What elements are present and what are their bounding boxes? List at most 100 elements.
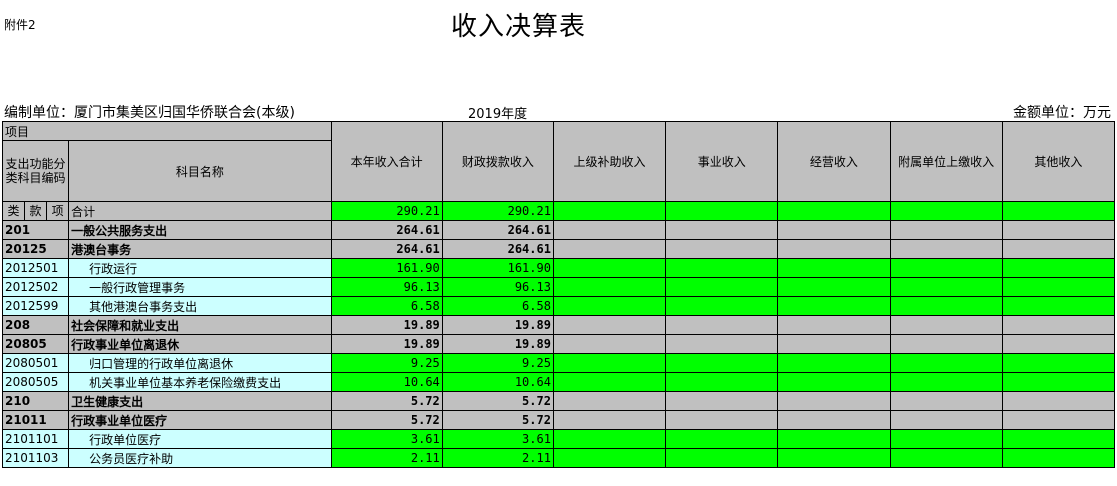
- type-label-section: 款: [25, 202, 48, 220]
- empty-cell: [552, 410, 667, 430]
- empty-cell: [889, 410, 1003, 430]
- empty-cell: [1001, 429, 1116, 449]
- row-name: 一般行政管理事务: [68, 277, 332, 297]
- header-project: 项目: [2, 121, 332, 141]
- empty-cell: [1001, 296, 1116, 316]
- empty-cell: [665, 315, 779, 335]
- empty-cell: [665, 277, 779, 297]
- row-annual: 19.89: [330, 334, 443, 354]
- row-name: 港澳台事务: [68, 239, 332, 259]
- table-row: 2012501 行政运行 161.90 161.90: [1, 258, 1116, 278]
- row-name: 归口管理的行政单位离退休: [68, 353, 332, 373]
- row-name: 机关事业单位基本养老保险缴费支出: [68, 372, 332, 392]
- table-row: 210 卫生健康支出 5.72 5.72: [1, 391, 1116, 411]
- row-annual: 3.61: [330, 429, 443, 449]
- row-code: 208: [1, 315, 70, 335]
- row-name: 行政单位医疗: [68, 429, 332, 449]
- empty-cell: [1001, 220, 1116, 240]
- row-name: 一般公共服务支出: [68, 220, 332, 240]
- empty-cell: [889, 239, 1003, 259]
- row-code: 2080505: [1, 372, 70, 392]
- empty-cell: [889, 372, 1003, 392]
- row-fiscal: 19.89: [441, 334, 554, 354]
- empty-cell: [665, 372, 779, 392]
- empty-cell: [552, 201, 667, 221]
- header-code: 支出功能分类科目编码: [1, 140, 70, 202]
- empty-cell: [889, 201, 1003, 221]
- header-col-annual: 本年收入合计: [330, 121, 443, 202]
- empty-cell: [552, 277, 667, 297]
- empty-cell: [665, 201, 779, 221]
- fiscal-year: 2019年度: [468, 107, 528, 122]
- row-name: 行政事业单位离退休: [68, 334, 332, 354]
- empty-cell: [777, 239, 891, 259]
- row-code: 2080501: [1, 353, 70, 373]
- row-code: 2012502: [1, 277, 70, 297]
- type-label-category: 类: [4, 202, 26, 220]
- empty-cell: [889, 258, 1003, 278]
- empty-cell: [665, 334, 779, 354]
- empty-cell: [1001, 334, 1116, 354]
- row-fiscal: 161.90: [441, 258, 554, 278]
- empty-cell: [665, 448, 779, 468]
- empty-cell: [665, 239, 779, 259]
- row-fiscal: 9.25: [441, 353, 554, 373]
- empty-cell: [777, 258, 891, 278]
- empty-cell: [552, 353, 667, 373]
- empty-cell: [665, 391, 779, 411]
- table-row: 2012502 一般行政管理事务 96.13 96.13: [1, 277, 1116, 297]
- row-fiscal: 5.72: [441, 410, 554, 430]
- table-row: 2101103 公务员医疗补助 2.11 2.11: [1, 448, 1116, 468]
- header-subject: 科目名称: [68, 140, 332, 202]
- empty-cell: [665, 220, 779, 240]
- table-row: 2080505 机关事业单位基本养老保险缴费支出 10.64 10.64: [1, 372, 1116, 392]
- total-fiscal: 290.21: [441, 201, 554, 221]
- header-col-business: 事业收入: [665, 121, 779, 202]
- empty-cell: [777, 277, 891, 297]
- empty-cell: [552, 239, 667, 259]
- empty-cell: [1001, 448, 1116, 468]
- empty-cell: [777, 391, 891, 411]
- row-fiscal: 3.61: [441, 429, 554, 449]
- empty-cell: [777, 448, 891, 468]
- row-annual: 19.89: [330, 315, 443, 335]
- empty-cell: [889, 277, 1003, 297]
- empty-cell: [889, 448, 1003, 468]
- empty-cell: [889, 296, 1003, 316]
- type-label-cell: 类 款 项: [1, 201, 70, 221]
- reporting-unit: 编制单位：厦门市集美区归国华侨联合会(本级): [4, 105, 295, 121]
- table-row: 208 社会保障和就业支出 19.89 19.89: [1, 315, 1116, 335]
- empty-cell: [1001, 353, 1116, 373]
- empty-cell: [665, 353, 779, 373]
- empty-cell: [552, 429, 667, 449]
- empty-cell: [889, 315, 1003, 335]
- header-col-affiliate: 附属单位上缴收入: [889, 121, 1003, 202]
- empty-cell: [777, 353, 891, 373]
- empty-cell: [1001, 372, 1116, 392]
- row-code: 201: [1, 220, 70, 240]
- table-row: 2012599 其他港澳台事务支出 6.58 6.58: [1, 296, 1116, 316]
- empty-cell: [889, 391, 1003, 411]
- empty-cell: [552, 315, 667, 335]
- row-name: 公务员医疗补助: [68, 448, 332, 468]
- row-annual: 96.13: [330, 277, 443, 297]
- empty-cell: [552, 448, 667, 468]
- empty-cell: [1001, 277, 1116, 297]
- empty-cell: [1001, 315, 1116, 335]
- empty-cell: [665, 429, 779, 449]
- empty-cell: [777, 372, 891, 392]
- empty-cell: [1001, 258, 1116, 278]
- row-annual: 5.72: [330, 410, 443, 430]
- header-col-operating: 经营收入: [777, 121, 891, 202]
- table-row: 2080501 归口管理的行政单位离退休 9.25 9.25: [1, 353, 1116, 373]
- empty-cell: [777, 201, 891, 221]
- amount-unit: 金额单位：万元: [1013, 105, 1111, 121]
- empty-cell: [665, 258, 779, 278]
- total-annual: 290.21: [330, 201, 443, 221]
- row-annual: 10.64: [330, 372, 443, 392]
- empty-cell: [552, 296, 667, 316]
- row-annual: 161.90: [330, 258, 443, 278]
- row-name: 卫生健康支出: [68, 391, 332, 411]
- row-code: 21011: [1, 410, 70, 430]
- empty-cell: [1001, 410, 1116, 430]
